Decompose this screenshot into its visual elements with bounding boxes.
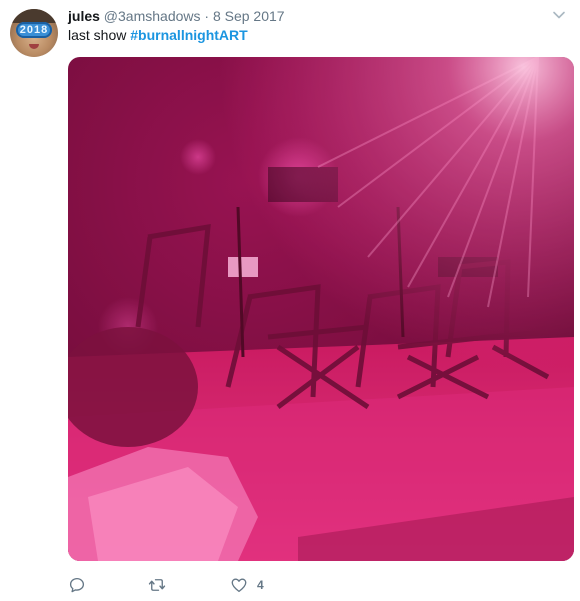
avatar-hair xyxy=(10,9,58,23)
tweet-date[interactable]: 8 Sep 2017 xyxy=(213,8,285,24)
hashtag-link[interactable]: #burnallnightART xyxy=(130,27,247,43)
tweet-header: jules @3amshadows · 8 Sep 2017 xyxy=(68,7,285,25)
author-name[interactable]: jules xyxy=(68,8,100,24)
retweet-icon xyxy=(148,579,166,591)
tweet-text-body: last show xyxy=(68,27,131,43)
concert-stage-photo xyxy=(68,57,574,561)
heart-icon xyxy=(231,578,247,593)
avatar-mouth xyxy=(29,44,39,49)
like-count: 4 xyxy=(257,578,264,592)
avatar[interactable]: 2018 xyxy=(10,9,58,57)
tweet-photo[interactable] xyxy=(68,57,574,561)
retweet-button[interactable] xyxy=(147,574,167,596)
avatar-glasses: 2018 xyxy=(16,22,52,38)
reply-button[interactable] xyxy=(68,574,86,596)
tweet-actions: 4 xyxy=(68,574,468,596)
like-button[interactable]: 4 xyxy=(230,574,264,596)
author-handle[interactable]: @3amshadows xyxy=(104,8,201,24)
header-separator: · xyxy=(204,8,210,24)
reply-icon xyxy=(69,577,85,593)
tweet-text: last show #burnallnightART xyxy=(68,26,248,44)
tweet-card: 2018 jules @3amshadows · 8 Sep 2017 last… xyxy=(0,0,580,601)
chevron-down-icon[interactable] xyxy=(552,8,566,22)
